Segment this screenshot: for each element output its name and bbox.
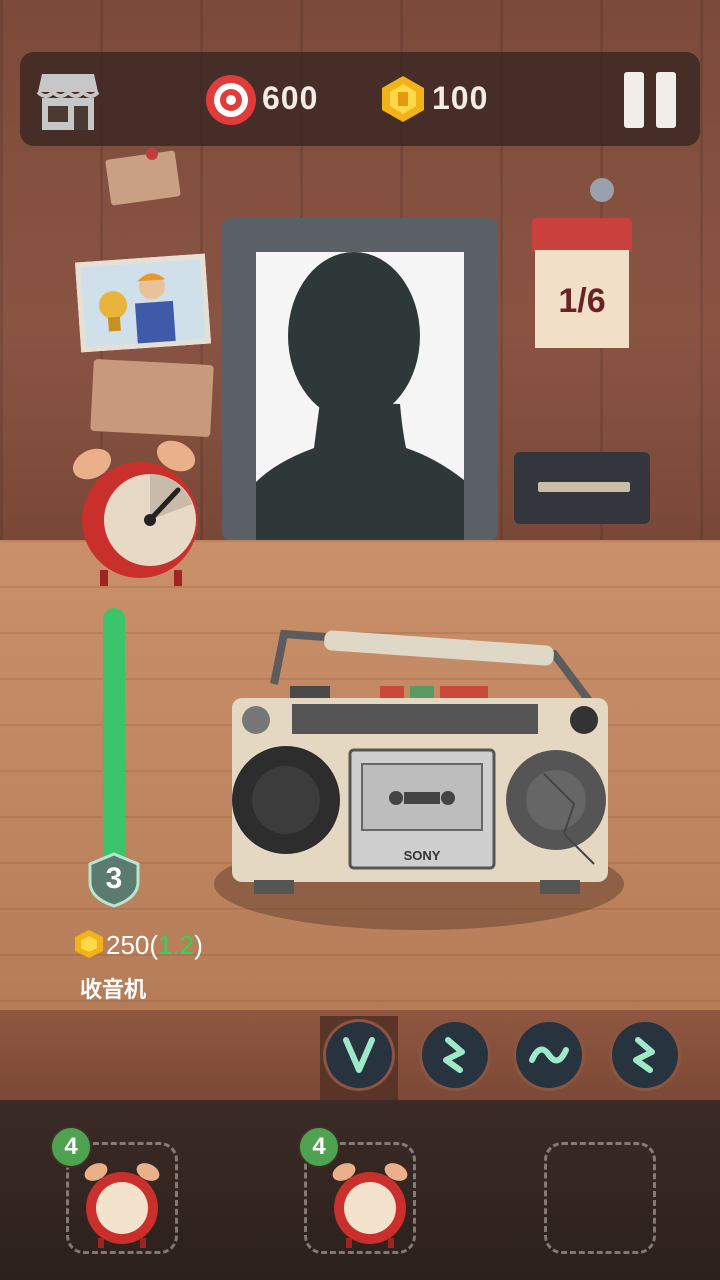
gesture-button-zigzag[interactable] [422, 1022, 488, 1088]
item-level: 3 [105, 862, 123, 895]
customer-silhouette [256, 252, 464, 540]
alarm-clock-icon [332, 1163, 408, 1248]
calendar: 1/6 [532, 218, 632, 350]
push-pin-icon [146, 148, 158, 160]
trophy-photo [75, 253, 211, 353]
income-value: 250( [106, 930, 159, 960]
pinned-note [105, 150, 181, 206]
coin-count: 100 [432, 80, 489, 116]
top-bar [20, 52, 700, 146]
gesture-button-v[interactable] [326, 1022, 392, 1088]
mail-slot [538, 482, 630, 492]
inventory-count-2: 4 [298, 1126, 340, 1168]
v-gesture-icon [343, 1037, 375, 1073]
gesture-button-wave[interactable] [516, 1022, 582, 1088]
radio-item[interactable]: SONY [214, 624, 624, 934]
income-close: ) [194, 930, 203, 960]
target-icon [206, 75, 256, 125]
upgrade-progress-bar [103, 608, 125, 870]
income-multiplier: 1.2 [158, 930, 195, 960]
zigzag-gesture-icon [443, 1037, 465, 1073]
item-name: 收音机 [80, 977, 147, 1002]
torn-note [90, 358, 214, 438]
target-score: 600 [262, 80, 319, 116]
pause-button[interactable] [622, 72, 678, 128]
alarm-clock-timer-icon [72, 440, 198, 586]
zigzag-gesture-icon [633, 1037, 655, 1073]
shop-icon[interactable] [36, 70, 100, 132]
coin-stack-icon [75, 930, 103, 958]
inventory-slot-3-empty[interactable] [544, 1142, 656, 1254]
coin-icon [382, 76, 424, 122]
radio-brand: SONY [404, 848, 441, 863]
wave-gesture-icon [529, 1046, 569, 1064]
inventory-count-1: 4 [50, 1126, 92, 1168]
alarm-clock-icon [84, 1163, 160, 1248]
gesture-button-zigzag-2[interactable] [612, 1022, 678, 1088]
calendar-day: 1/6 [558, 282, 606, 320]
screw-icon [590, 178, 614, 202]
